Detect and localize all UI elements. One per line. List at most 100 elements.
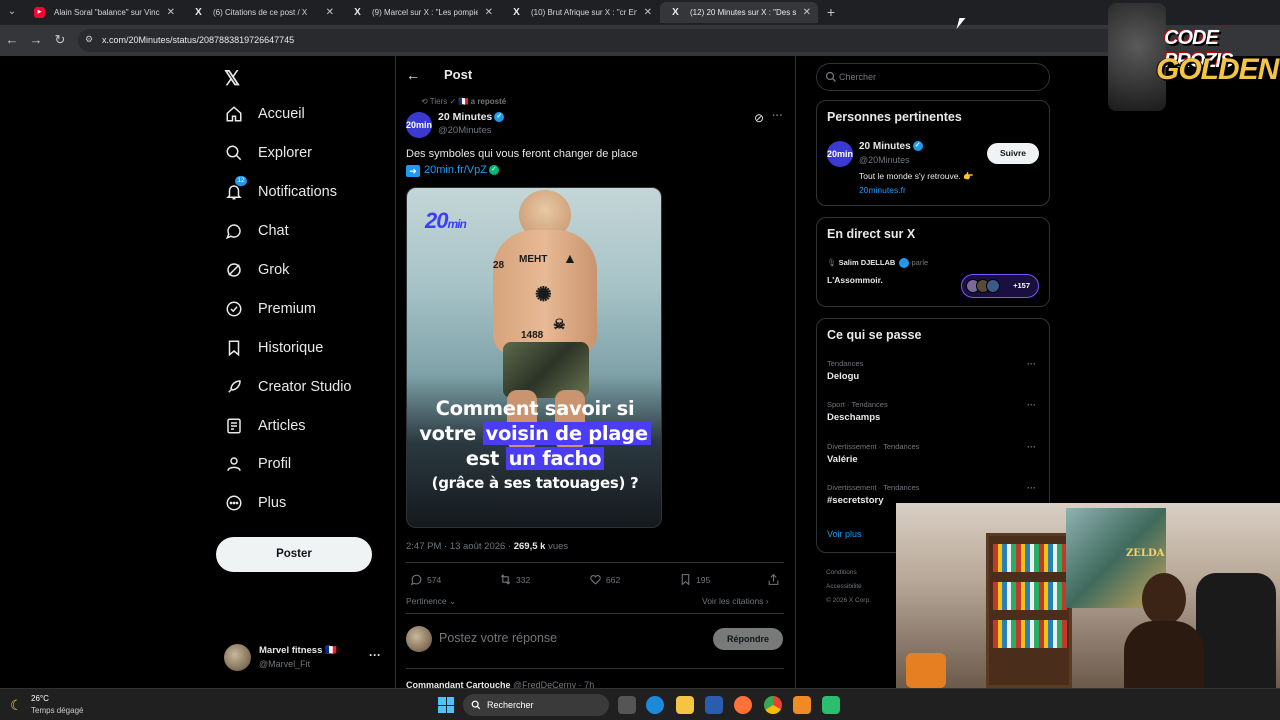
avatar[interactable]: 20min bbox=[827, 141, 853, 167]
skull-tattoo-icon: ☠ bbox=[553, 316, 566, 332]
premium-icon bbox=[224, 299, 244, 319]
nav-item-creator-studio[interactable]: Creator Studio bbox=[216, 367, 391, 406]
more-dots-icon[interactable]: ··· bbox=[1027, 442, 1036, 452]
vlc-icon[interactable] bbox=[793, 696, 811, 714]
repost-icon: ⟲ bbox=[421, 97, 430, 106]
url-field[interactable]: ⚙ x.com/20Minutes/status/208788381972664… bbox=[78, 29, 1118, 52]
x-icon: X bbox=[672, 7, 679, 18]
live-listeners-pill[interactable]: +157 bbox=[961, 274, 1039, 298]
nav-item-grok[interactable]: Grok bbox=[216, 251, 391, 290]
article-icon bbox=[224, 416, 244, 436]
store-icon[interactable] bbox=[705, 696, 723, 714]
share-button[interactable] bbox=[767, 573, 780, 586]
forward-arrow-icon[interactable]: → bbox=[28, 32, 44, 48]
browser-tab[interactable]: X (6) Citations de ce post / X ✕ bbox=[183, 2, 341, 23]
relevant-people-card: Personnes pertinentes 20min 20 Minutes ✓ … bbox=[816, 100, 1050, 206]
windows-taskbar: ☾ 26°C Temps dégagé Rechercher bbox=[0, 688, 1280, 720]
see-more-link[interactable]: Voir plus bbox=[827, 529, 862, 539]
more-dots-icon[interactable]: ··· bbox=[1027, 359, 1036, 369]
post-image[interactable]: 28 MEHT ▲ ✺ ☠ 1488 20min Comment savoir … bbox=[406, 187, 662, 528]
x-icon: X bbox=[354, 7, 361, 18]
moon-weather-icon[interactable]: ☾ bbox=[10, 697, 23, 714]
nav-item-explore[interactable]: Explorer bbox=[216, 134, 391, 173]
follow-button[interactable]: Suivre bbox=[987, 143, 1039, 164]
back-arrow-icon[interactable]: ← bbox=[406, 67, 420, 83]
browser-tab[interactable]: X (10) Brut Afrique sur X : "cr En ✕ bbox=[501, 2, 659, 23]
avatar[interactable]: 20min bbox=[406, 112, 432, 138]
live-host[interactable]: 🎙 Salim DJELLAB ✓ parle bbox=[827, 258, 928, 269]
relevant-account-link[interactable]: 20minutes.fr bbox=[859, 185, 906, 195]
nav-item-home[interactable]: Accueil bbox=[216, 95, 391, 134]
post-author-handle[interactable]: @20Minutes bbox=[438, 125, 491, 136]
more-dots-icon[interactable]: ··· bbox=[1027, 483, 1036, 493]
post-link[interactable]: ➜ 20min.fr/VpZ ✓ bbox=[406, 164, 499, 177]
youtube-icon: ▶ bbox=[34, 7, 45, 18]
post-author-name[interactable]: 20 Minutes ✓ bbox=[438, 111, 505, 123]
file-explorer-icon[interactable] bbox=[676, 696, 694, 714]
sort-dropdown[interactable]: Pertinence ⌄ bbox=[406, 596, 456, 607]
compose-post-button[interactable]: Poster bbox=[216, 537, 372, 572]
browser-tab-bar: ⌄ ▶ Alain Soral "balance" sur Vince ✕ X … bbox=[0, 0, 1280, 25]
repost-button[interactable]: 332 bbox=[499, 573, 530, 586]
nav-item-articles[interactable]: Articles bbox=[216, 406, 391, 445]
nav-item-more[interactable]: Plus bbox=[216, 484, 391, 523]
chevron-down-icon: ⌄ bbox=[449, 596, 457, 606]
browser-tab[interactable]: ▶ Alain Soral "balance" sur Vince ✕ bbox=[24, 2, 182, 23]
trend-item[interactable]: Sport · Tendances Deschamps bbox=[827, 400, 888, 423]
edge-icon[interactable] bbox=[646, 696, 664, 714]
reload-icon[interactable]: ↻ bbox=[52, 32, 68, 48]
chat-icon bbox=[224, 221, 244, 241]
webcam-overlay: ZELDA bbox=[896, 503, 1280, 688]
live-space-title[interactable]: L'Assommoir. bbox=[827, 275, 883, 285]
close-icon[interactable]: ✕ bbox=[485, 2, 493, 23]
browser-tab-active[interactable]: X (12) 20 Minutes sur X : "Des sy ✕ bbox=[660, 2, 818, 23]
site-info-icon[interactable]: ⚙ bbox=[85, 34, 93, 45]
close-icon[interactable]: ✕ bbox=[803, 2, 811, 23]
back-arrow-icon[interactable]: ← bbox=[4, 32, 20, 48]
repost-icon bbox=[500, 574, 511, 585]
relevant-account-name[interactable]: 20 Minutes ✓ bbox=[859, 141, 923, 152]
close-icon[interactable]: ✕ bbox=[326, 2, 334, 23]
x-logo-icon[interactable]: 𝕏 bbox=[224, 66, 240, 91]
windows-start-icon[interactable] bbox=[438, 697, 454, 713]
x-icon: X bbox=[195, 7, 202, 18]
streamer bbox=[1124, 573, 1204, 688]
nav-item-premium[interactable]: Premium bbox=[216, 289, 391, 328]
next-reply-preview[interactable]: Commandant Cartouche @FredDeCerny · 7h bbox=[406, 680, 594, 688]
trend-item[interactable]: Tendances Delogu bbox=[827, 359, 863, 382]
heart-icon bbox=[590, 575, 601, 585]
sidebar-nav: Accueil Explorer 12 Notifications Chat G… bbox=[216, 95, 391, 523]
tab-search-icon[interactable]: ⌄ bbox=[4, 4, 20, 20]
like-button[interactable]: 662 bbox=[589, 573, 620, 586]
trend-item[interactable]: Divertissement · Tendances Valérie bbox=[827, 442, 919, 465]
nav-item-notifications[interactable]: 12 Notifications bbox=[216, 173, 391, 212]
footer-link[interactable]: Accessibilité bbox=[826, 580, 871, 594]
bookmark-button[interactable]: 195 bbox=[679, 573, 710, 586]
app-icon[interactable] bbox=[822, 696, 840, 714]
bookshelf bbox=[986, 533, 1072, 688]
footer-link[interactable]: Conditions bbox=[826, 566, 871, 580]
reply-submit-button[interactable]: Répondre bbox=[713, 628, 783, 650]
chrome-icon[interactable] bbox=[764, 696, 782, 714]
account-switcher[interactable]: Marvel fitness 🇫🇷 @Marvel_Fit ··· bbox=[224, 642, 394, 674]
firefox-icon[interactable] bbox=[734, 696, 752, 714]
bookmark-icon bbox=[224, 338, 244, 358]
search-input[interactable]: Chercher bbox=[816, 63, 1050, 91]
more-dots-icon[interactable]: ··· bbox=[772, 110, 783, 122]
more-dots-icon[interactable]: ··· bbox=[369, 648, 381, 662]
new-tab-button[interactable]: + bbox=[822, 2, 840, 22]
taskbar-search[interactable]: Rechercher bbox=[463, 694, 609, 716]
close-icon[interactable]: ✕ bbox=[167, 2, 175, 23]
nav-item-bookmarks[interactable]: Historique bbox=[216, 328, 391, 367]
more-dots-icon[interactable]: ··· bbox=[1027, 400, 1036, 410]
close-icon[interactable]: ✕ bbox=[644, 2, 652, 23]
task-view-icon[interactable] bbox=[618, 696, 636, 714]
grok-icon[interactable]: ⊘ bbox=[754, 111, 764, 125]
reply-button[interactable]: 574 bbox=[410, 573, 441, 586]
view-quotes-link[interactable]: Voir les citations › bbox=[702, 596, 769, 606]
search-icon bbox=[825, 71, 836, 82]
nav-item-chat[interactable]: Chat bbox=[216, 212, 391, 251]
browser-tab[interactable]: X (9) Marcel sur X : "Les pompier ✕ bbox=[342, 2, 500, 23]
nav-item-profile[interactable]: Profil bbox=[216, 445, 391, 484]
reply-input[interactable]: Postez votre réponse bbox=[439, 631, 557, 645]
